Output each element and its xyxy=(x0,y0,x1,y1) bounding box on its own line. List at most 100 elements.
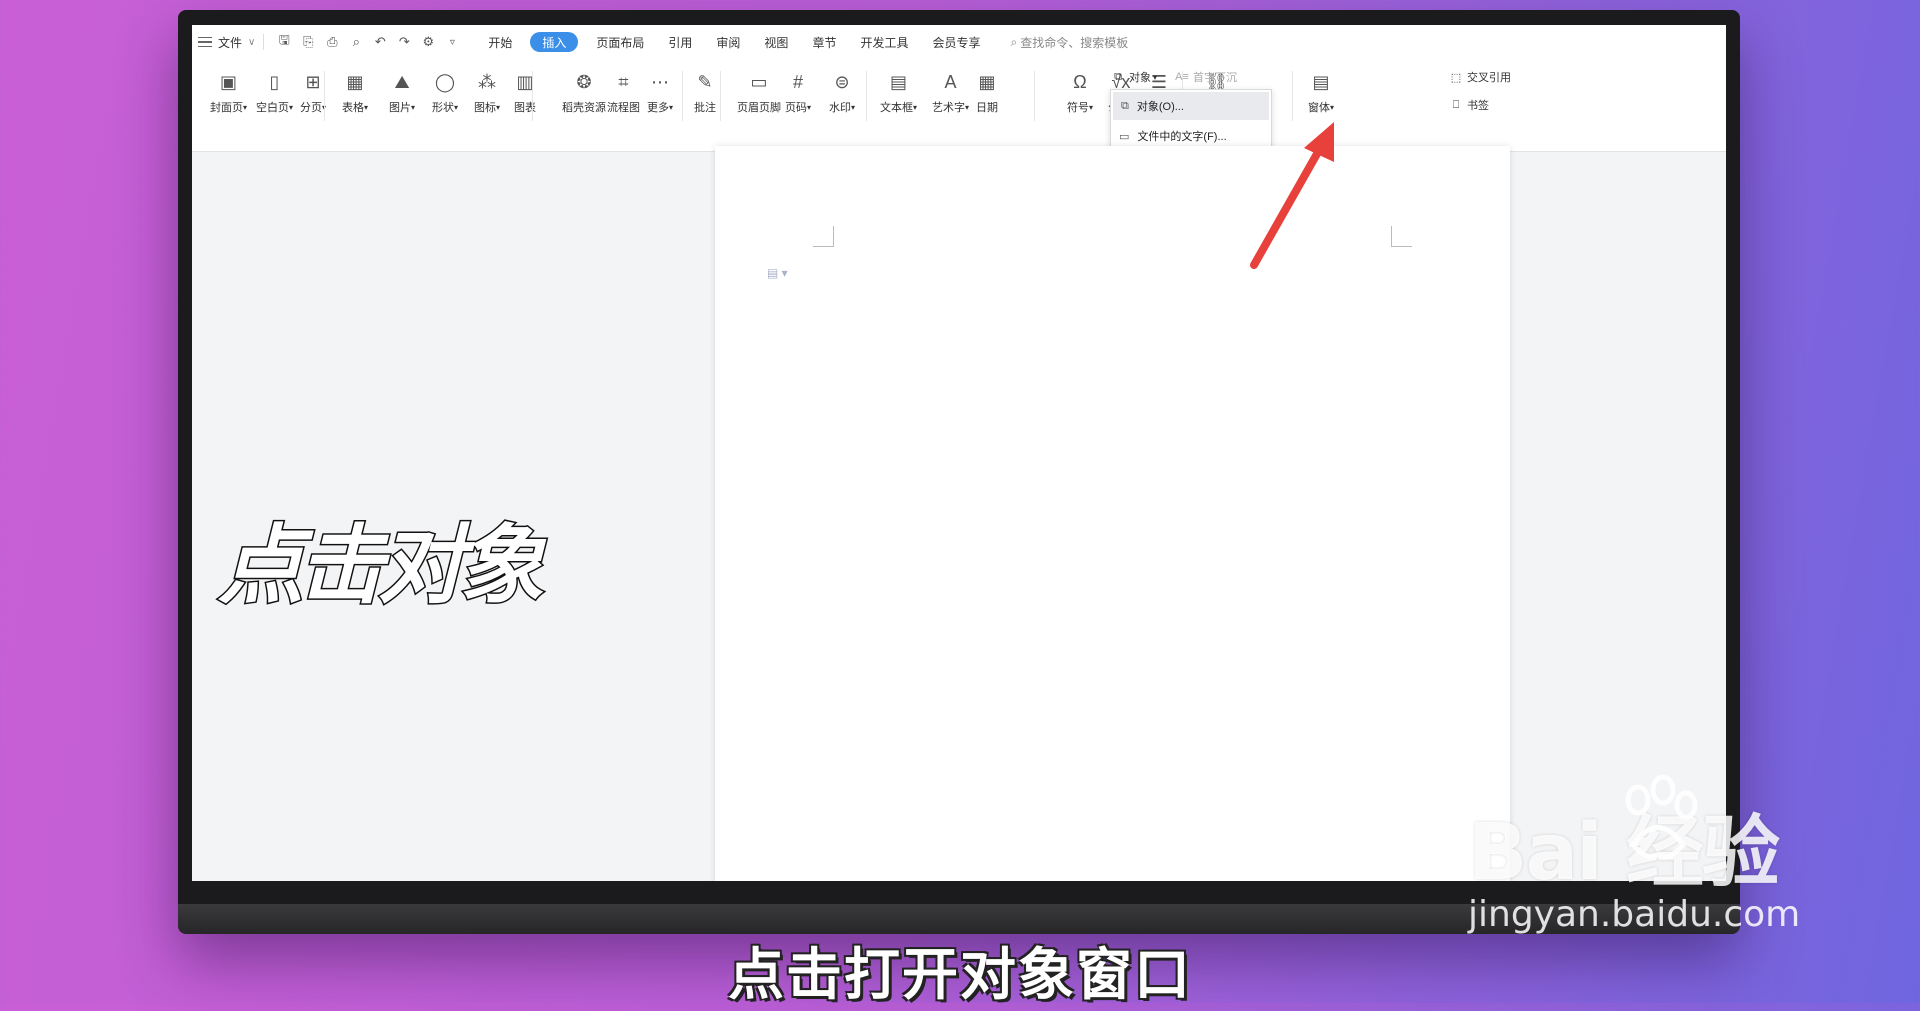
ribbon-label-row: 封面页 ▾ xyxy=(210,99,247,115)
command-search[interactable]: ⌕ 查找命令、搜索模板 xyxy=(1010,34,1128,51)
tab-chapter[interactable]: 章节 xyxy=(800,25,848,59)
subtitle: 点击打开对象窗口 xyxy=(728,943,1192,1008)
menu-item-object[interactable]: ⧉ 对象(O)... xyxy=(1113,92,1269,120)
ribbon-button-header-footer[interactable]: ▭ 页眉页脚 xyxy=(737,69,781,115)
bookmark-icon: ⎕ xyxy=(1452,98,1460,111)
tab-home[interactable]: 开始 xyxy=(476,25,524,59)
blank-page-icon: ▯ xyxy=(269,71,280,92)
ribbon-button-symbol[interactable]: Ω 符号 ▾ xyxy=(1067,69,1093,115)
ribbon-button-chart[interactable]: ▥ 图表 xyxy=(512,69,538,115)
drop-cap-button[interactable]: A≡ 首字下沉 xyxy=(1174,69,1237,85)
export-pdf-icon[interactable]: ⎘ xyxy=(299,34,317,50)
file-icon: ▭ xyxy=(1119,130,1130,143)
ribbon-button-comment[interactable]: ✎ 批注 xyxy=(692,69,718,115)
file-menu-label: 文件 xyxy=(218,35,243,50)
ribbon-button-cover-page[interactable]: ▣ 封面页 ▾ xyxy=(210,69,247,115)
ribbon-button-label: 分页 xyxy=(300,102,322,114)
undo-icon[interactable]: ↶ xyxy=(371,34,389,50)
tab-view[interactable]: 视图 xyxy=(752,25,800,59)
ribbon-button-label: 更多 xyxy=(647,102,669,114)
ribbon-button-watermark[interactable]: ⊜ 水印 ▾ xyxy=(829,69,855,115)
date-icon: ▦ xyxy=(978,71,996,92)
customize-toolbar-icon[interactable]: ▿ xyxy=(443,34,461,50)
save-icon[interactable]: 🖫 xyxy=(275,32,293,50)
more-icon: ⋯ xyxy=(651,71,669,92)
ribbon-button-label: 页码 xyxy=(785,102,807,114)
ribbon-button-label: 空白页 xyxy=(256,102,289,114)
menu-item-text-from-file-label: 文件中的文字(F)... xyxy=(1137,131,1227,143)
shape-icon: ◯ xyxy=(434,71,456,92)
ribbon-button-date[interactable]: ▦ 日期 xyxy=(974,69,1000,115)
ribbon-button-picture[interactable]: ⛰ 图片 ▾ xyxy=(389,69,415,115)
ribbon-label-row: 艺术字 ▾ xyxy=(932,99,969,115)
caret-icon: ▾ xyxy=(669,102,674,112)
format-painter-icon[interactable]: ⚙ xyxy=(419,34,437,50)
document-page[interactable]: ▤ ▾ xyxy=(715,146,1510,881)
drop-cap-icon: A≡ xyxy=(1175,71,1189,83)
ribbon-button-flowchart[interactable]: ⌗ 流程图 xyxy=(607,69,640,115)
caret-icon: ▾ xyxy=(1330,102,1335,112)
ribbon-separator xyxy=(532,71,533,121)
red-arrow-pointer xyxy=(1250,122,1334,269)
watermark-url: jingyan.baidu.com xyxy=(1468,894,1801,935)
ribbon-button-blank-page[interactable]: ▯ 空白页 ▾ xyxy=(256,69,293,115)
tab-developer[interactable]: 开发工具 xyxy=(848,25,920,59)
app-window: 文件 ∨ 🖫 ⎘ ⎙ ⌕ ↶ ↷ ⚙ ▿ 开始 插入 页面布局 引用 审阅 视图… xyxy=(192,25,1726,881)
ribbon-button-icon-library[interactable]: ⁂ 图标 ▾ xyxy=(474,69,500,115)
command-search-label: 查找命令、搜索模板 xyxy=(1020,35,1129,50)
bookmark-button[interactable]: ⎕ 书签 xyxy=(1448,97,1489,113)
caret-icon: ▾ xyxy=(965,102,970,112)
object-button[interactable]: ⧉ 对象 ▾ xyxy=(1110,69,1157,85)
redo-icon[interactable]: ↷ xyxy=(395,34,413,50)
table-icon: ▦ xyxy=(346,71,364,92)
picture-icon: ⛰ xyxy=(394,71,410,92)
object-label: 对象 xyxy=(1129,72,1151,84)
ribbon-button-label: 页眉页脚 xyxy=(737,102,781,114)
ribbon-label-row: 窗体 ▾ xyxy=(1308,99,1334,115)
ribbon-button-more[interactable]: ⋯ 更多 ▾ xyxy=(647,69,673,115)
tab-member[interactable]: 会员专享 xyxy=(920,25,992,59)
ribbon-button-label: 批注 xyxy=(694,102,716,114)
margin-corner-right xyxy=(1391,226,1412,247)
caret-icon: ▾ xyxy=(364,102,369,112)
search-icon: ⌕ xyxy=(1010,34,1018,49)
ribbon-label-row: 水印 ▾ xyxy=(829,99,855,115)
ribbon-button-page-number[interactable]: # 页码 ▾ xyxy=(785,69,811,115)
menu-item-object-label: 对象(O)... xyxy=(1136,101,1184,113)
caret-icon: ▾ xyxy=(913,102,918,112)
ribbon-button-table[interactable]: ▦ 表格 ▾ xyxy=(342,69,368,115)
ribbon-button-label: 图标 xyxy=(474,102,496,114)
print-preview-icon[interactable]: ⌕ xyxy=(347,34,365,50)
ribbon-button-page-break[interactable]: ⊞ 分页 ▾ xyxy=(300,69,326,115)
caption-click-object: 点击对象 xyxy=(217,515,546,618)
tab-page-layout[interactable]: 页面布局 xyxy=(584,25,656,59)
ribbon-button-textbox[interactable]: ▤ 文本框 ▾ xyxy=(880,69,917,115)
object-icon: ⧉ xyxy=(1121,99,1129,112)
flowchart-icon: ⌗ xyxy=(618,71,629,92)
ribbon-button-wordart[interactable]: A 艺术字 ▾ xyxy=(932,69,969,115)
tab-references[interactable]: 引用 xyxy=(656,25,704,59)
ribbon-button-label: 符号 xyxy=(1067,102,1089,114)
cross-reference-icon: ⬚ xyxy=(1450,71,1462,84)
paragraph-layout-icon[interactable]: ▤ ▾ xyxy=(767,266,788,280)
ribbon-button-docer-resource[interactable]: ❂ 稻壳资源 xyxy=(562,69,606,115)
ribbon-separator xyxy=(720,71,721,121)
cross-reference-button[interactable]: ⬚ 交叉引用 xyxy=(1448,69,1511,85)
print-icon[interactable]: ⎙ xyxy=(323,34,341,50)
ribbon-insert: ▣封面页 ▾ ▯ 空白页 ▾ ⊞分页 ▾ ▦表格 ▾ ⛰图片 ▾ ◯ 形状 ▾ ⁂图标 ▾ ▥图表… xyxy=(192,59,1726,152)
tab-review[interactable]: 审阅 xyxy=(704,25,752,59)
ribbon-button-label: 日期 xyxy=(976,102,998,114)
ribbon-button-form[interactable]: ▤ 窗体 ▾ xyxy=(1308,69,1334,115)
cross-reference-label: 交叉引用 xyxy=(1467,72,1511,84)
ribbon-separator xyxy=(324,71,325,121)
caret-icon: ▾ xyxy=(289,102,294,112)
caret-icon: ▾ xyxy=(1089,102,1094,112)
chart-icon: ▥ xyxy=(516,71,534,92)
object-icon: ⧉ xyxy=(1114,70,1122,83)
ribbon-label-row: 文本框 ▾ xyxy=(880,99,917,115)
ribbon-button-shape[interactable]: ◯ 形状 ▾ xyxy=(432,69,458,115)
ribbon-button-label: 水印 xyxy=(829,102,851,114)
file-menu[interactable]: 文件 ∨ xyxy=(192,25,255,59)
ribbon-label-row: 形状 ▾ xyxy=(432,99,458,115)
tab-insert[interactable]: 插入 xyxy=(530,32,579,52)
